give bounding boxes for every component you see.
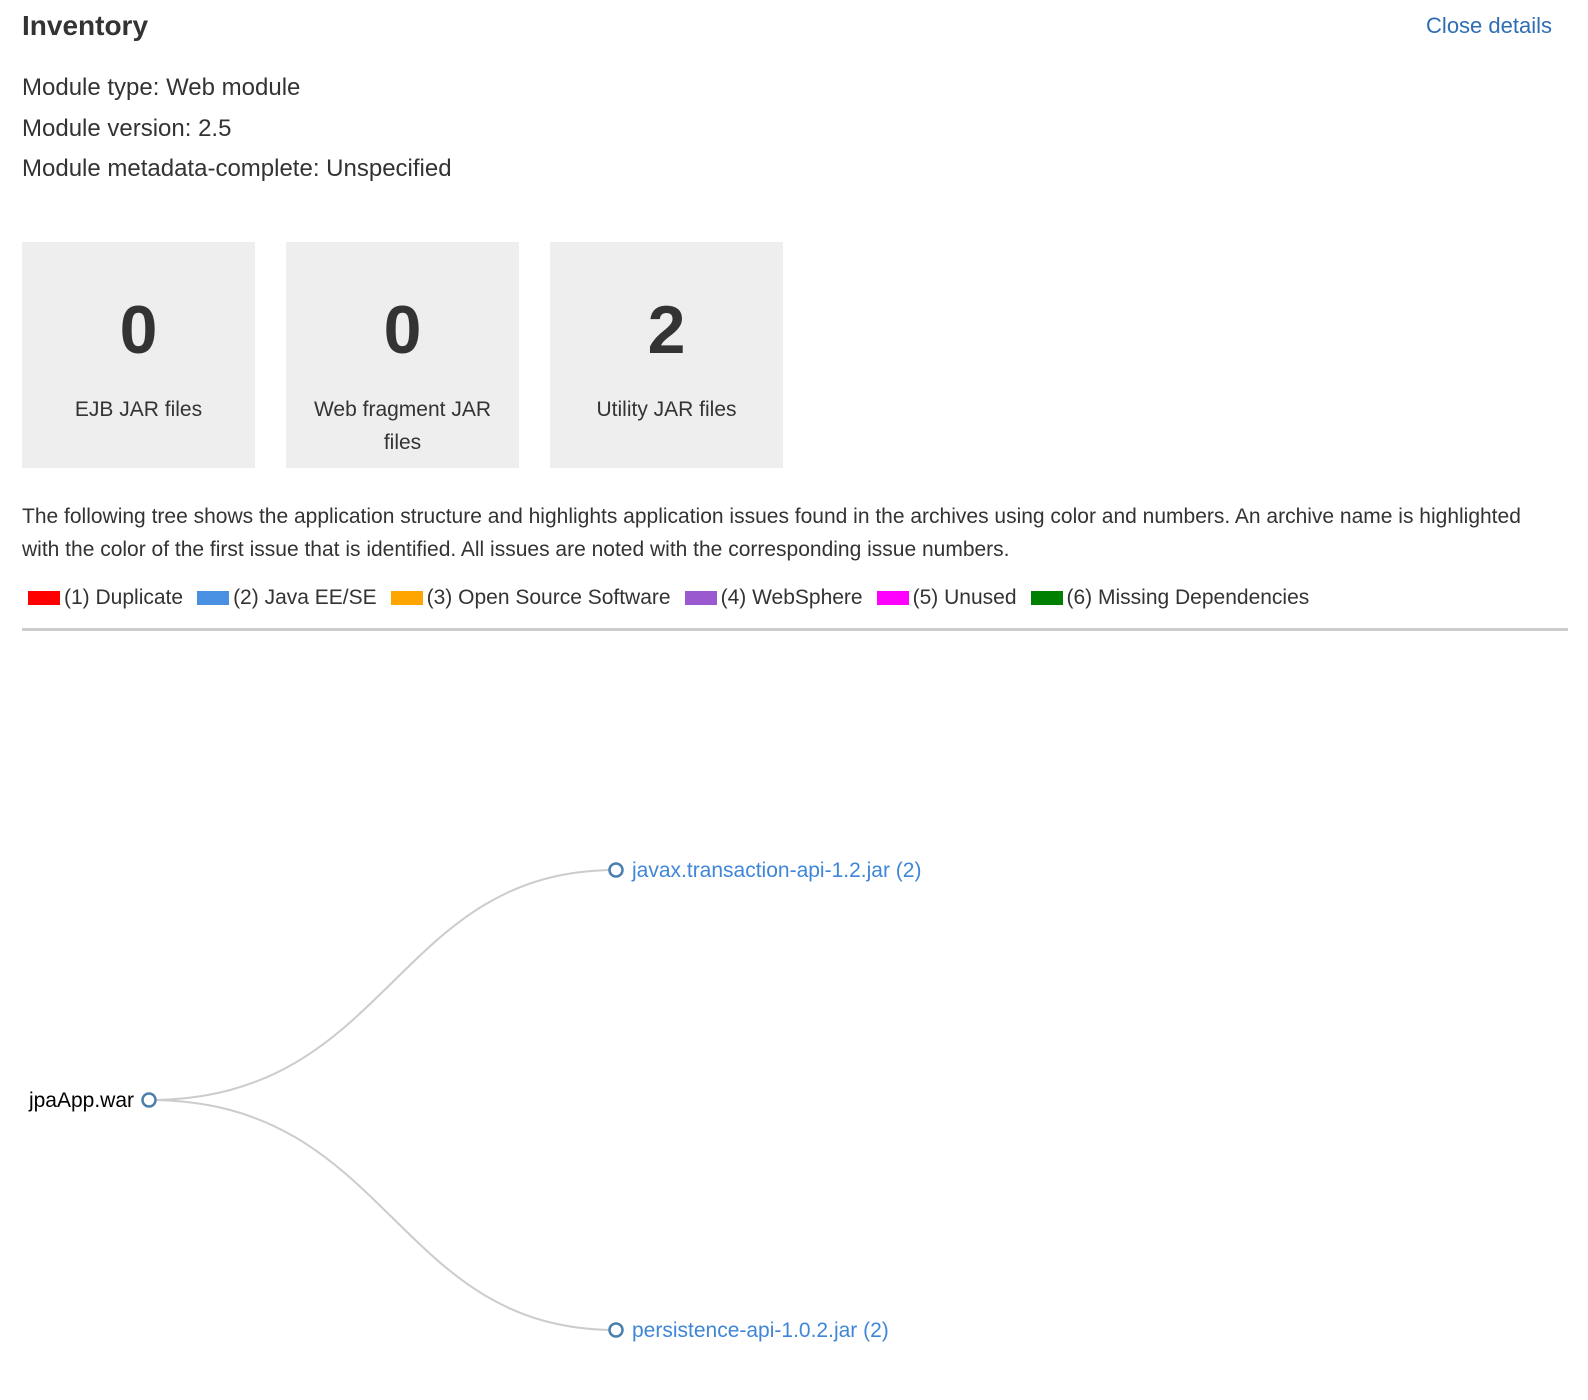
inventory-page: Inventory Close details Module type: Web… — [22, 0, 1568, 1400]
card-web-fragment-jar-files: 0 Web fragment JAR files — [286, 242, 519, 468]
tree-description: The following tree shows the application… — [22, 505, 1521, 561]
legend-label: (2) Java EE/SE — [233, 586, 377, 609]
inventory-header: Inventory Close details — [22, 8, 1568, 48]
tree-label-transaction-api[interactable]: javax.transaction-api-1.2.jar (2) — [631, 859, 921, 882]
legend-swatch — [684, 591, 717, 605]
legend-label: (4) WebSphere — [720, 586, 863, 609]
module-version: Module version: 2.5 — [22, 114, 232, 142]
legend-label: (5) Unused — [912, 586, 1017, 609]
legend-label: (1) Duplicate — [64, 586, 184, 609]
card-utility-jar-files: 2 Utility JAR files — [550, 242, 783, 468]
module-type: Module type: Web module — [22, 74, 301, 101]
legend-swatch — [197, 591, 230, 605]
legend-item-websphere: (4) WebSphere — [684, 583, 863, 613]
legend-label: (6) Missing Dependencies — [1066, 586, 1310, 609]
tree-link-transaction — [148, 869, 617, 1101]
card-ejb-jar-files: 0 EJB JAR files — [22, 242, 255, 468]
legend-swatch — [28, 591, 60, 605]
legend-item-open-source-software: (3) Open Source Software — [390, 583, 671, 613]
application-tree: jpaApp.war javax.transaction-api-1.2.jar… — [28, 859, 922, 1342]
issue-legend: (1) Duplicate (2) Java EE/SE (3) Open So… — [28, 583, 1323, 613]
card-count: 2 — [647, 292, 686, 368]
tree-label-persistence-api[interactable]: persistence-api-1.0.2.jar (2) — [632, 1319, 889, 1342]
legend-swatch — [1030, 591, 1063, 605]
card-label: EJB JAR files — [74, 398, 203, 421]
tree-link-persistence — [148, 1099, 617, 1331]
legend-swatch — [876, 591, 909, 605]
module-metadata: Module type: Web module Module version: … — [22, 68, 452, 190]
legend-label: (3) Open Source Software — [426, 586, 671, 609]
legend-swatch — [390, 591, 423, 605]
tree-node-persistence-api[interactable] — [608, 1322, 624, 1338]
summary-cards: 0 EJB JAR files 0 Web fragment JAR files… — [22, 242, 822, 468]
legend-item-duplicate: (1) Duplicate — [28, 583, 183, 613]
module-metadata-complete: Module metadata-complete: Unspecified — [22, 155, 452, 182]
card-count: 0 — [119, 292, 158, 368]
tree-node-transaction-api[interactable] — [608, 862, 624, 878]
card-label: Utility JAR files — [596, 398, 737, 421]
legend-item-missing-dependencies: (6) Missing Dependencies — [1030, 583, 1310, 613]
card-label: Web fragment JAR files — [313, 398, 491, 454]
legend-item-java-ee-se: (2) Java EE/SE — [197, 583, 377, 613]
card-count: 0 — [383, 292, 422, 368]
tree-label-root[interactable]: jpaApp.war — [28, 1089, 134, 1112]
legend-item-unused: (5) Unused — [876, 583, 1017, 613]
section-divider — [22, 628, 1568, 631]
tree-node-root[interactable] — [141, 1092, 157, 1108]
close-details-link[interactable]: Close details — [1426, 11, 1552, 41]
page-title: Inventory — [22, 10, 149, 41]
